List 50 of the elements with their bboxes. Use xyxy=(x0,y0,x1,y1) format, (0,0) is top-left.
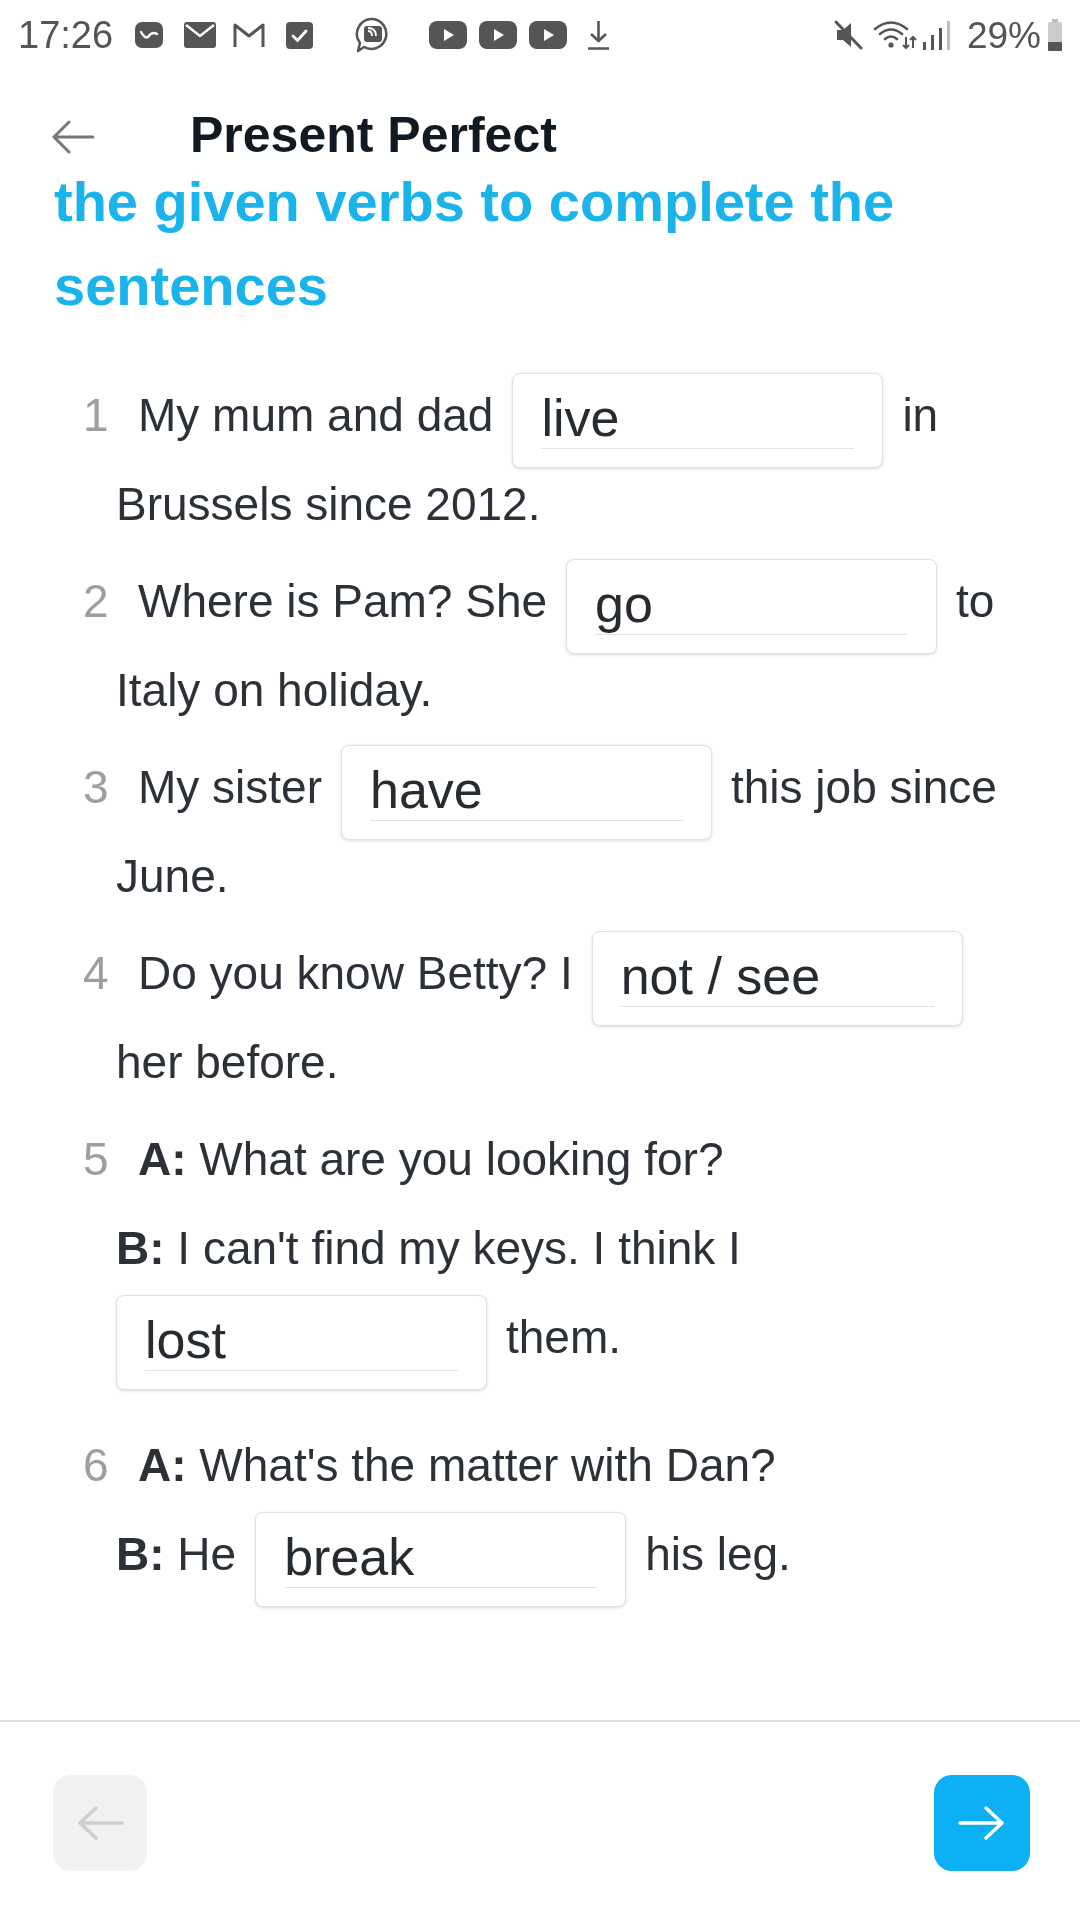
question-number: 4 xyxy=(83,946,110,1001)
page-title: Present Perfect xyxy=(190,110,557,160)
sentence-text: B: I can't find my keys. I think I xyxy=(116,1221,741,1276)
sentence-text: My mum and dad xyxy=(138,388,494,443)
answer-field[interactable]: go xyxy=(566,559,938,654)
sentence-text: Brussels since 2012. xyxy=(116,477,541,532)
play-icon xyxy=(429,21,468,49)
answer-field[interactable]: not / see xyxy=(591,931,963,1026)
sentence-text: in xyxy=(902,388,939,443)
sentence-text: A: What's the matter with Dan? xyxy=(138,1438,776,1493)
sentence-text: his leg. xyxy=(645,1527,791,1582)
question-number: 3 xyxy=(83,760,110,815)
sentence-text: Where is Pam? She xyxy=(138,574,548,629)
play-icon xyxy=(479,21,518,49)
sentence-text: to xyxy=(956,574,995,629)
sentence-text: My sister xyxy=(138,760,322,815)
arrow-right-icon xyxy=(958,1805,1006,1841)
sentence-text: Italy on holiday. xyxy=(116,663,433,718)
sentence-text: Do you know Betty? I xyxy=(138,946,573,1001)
battery-percentage: 29% xyxy=(966,16,1041,54)
sentence-text: June. xyxy=(116,849,229,904)
sentence-text: this job since xyxy=(731,760,997,815)
arrow-left-icon xyxy=(76,1805,124,1841)
play-icon xyxy=(529,21,568,49)
question-number: 5 xyxy=(83,1132,110,1187)
question-number: 1 xyxy=(83,388,110,443)
arrow-left-icon xyxy=(51,120,95,154)
answer-field[interactable]: have xyxy=(341,745,712,840)
battery-icon xyxy=(1047,18,1063,52)
answer-field[interactable]: lost xyxy=(116,1295,487,1390)
answer-field[interactable]: break xyxy=(255,1512,627,1607)
next-button[interactable] xyxy=(934,1775,1030,1871)
sentence-text: them. xyxy=(506,1310,622,1365)
app-badge-icon xyxy=(135,22,164,48)
status-time: 17:26 xyxy=(18,16,114,54)
instruction-heading: the given verbs to complete the sentences xyxy=(53,169,896,319)
wifi-icon xyxy=(872,20,918,50)
mute-icon xyxy=(833,20,863,50)
signal-icon xyxy=(921,20,951,50)
checkbox-icon xyxy=(286,21,314,49)
answer-field[interactable]: live xyxy=(512,373,884,468)
download-icon xyxy=(587,20,611,50)
back-button[interactable] xyxy=(51,120,95,154)
question-number: 6 xyxy=(83,1438,110,1493)
envelope-icon xyxy=(184,22,217,48)
sentence-text: A: What are you looking for? xyxy=(138,1132,724,1187)
m-shape-icon xyxy=(233,22,266,48)
question-number: 2 xyxy=(83,574,110,629)
sentence-text: her before. xyxy=(116,1035,339,1090)
sentence-text: B: He xyxy=(116,1527,237,1582)
